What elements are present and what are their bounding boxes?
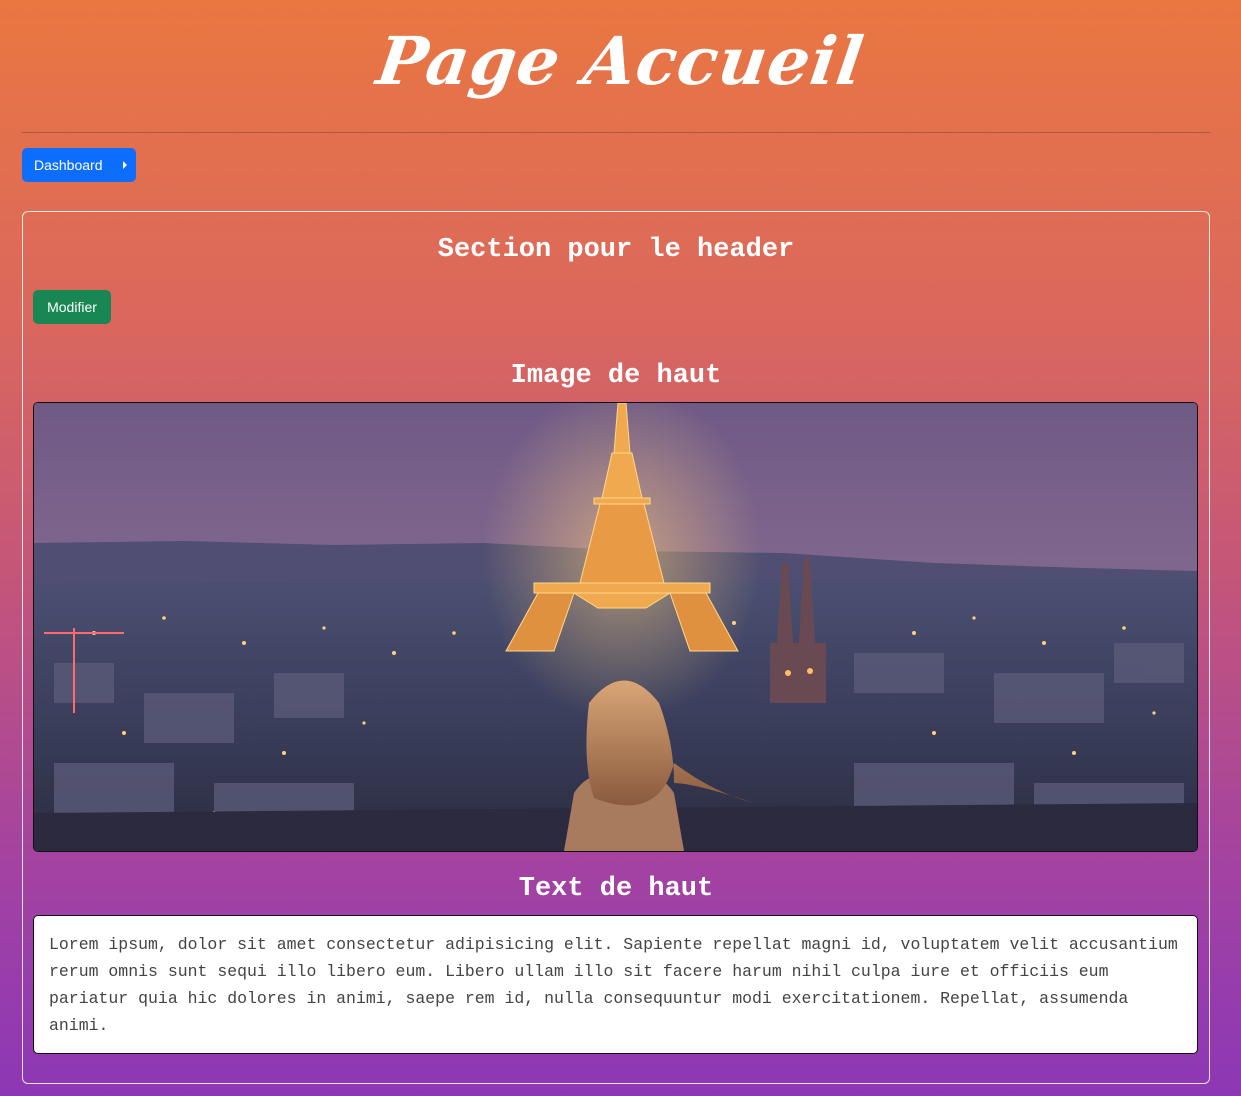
text-heading: Text de haut <box>518 874 714 904</box>
caret-right-icon <box>123 161 127 169</box>
page-title: Page Accueil <box>372 22 869 100</box>
section-title: Section pour le header <box>437 235 795 265</box>
header-section-card: Section pour le header Modifier Image de… <box>22 211 1210 1084</box>
header-text-box: Lorem ipsum, dolor sit amet consectetur … <box>33 915 1198 1054</box>
header-image <box>33 402 1198 852</box>
image-heading: Image de haut <box>510 361 722 391</box>
dashboard-button[interactable]: Dashboard <box>22 148 136 182</box>
dashboard-button-label: Dashboard <box>34 157 103 173</box>
modify-button[interactable]: Modifier <box>33 290 111 324</box>
header-divider <box>22 132 1210 133</box>
